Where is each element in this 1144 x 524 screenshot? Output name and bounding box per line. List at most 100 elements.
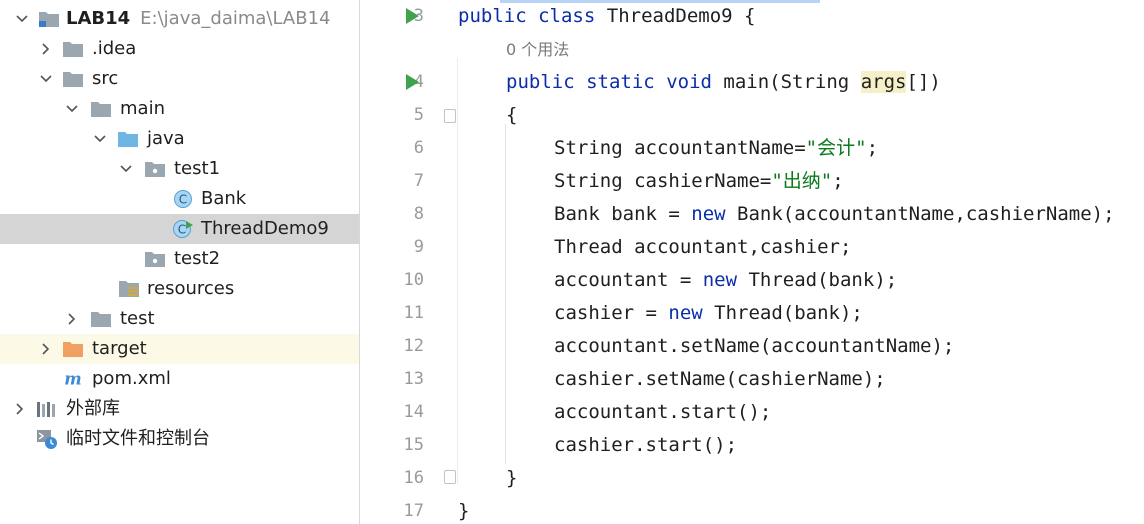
- tree-item-label: 外部库: [66, 398, 120, 419]
- code-line-4[interactable]: public static void main(String args[]): [506, 66, 941, 99]
- chevron-down-icon[interactable]: [14, 11, 30, 27]
- method-name: main(String: [723, 71, 861, 93]
- scratches-icon: [36, 429, 58, 449]
- chevron-right-icon[interactable]: [12, 401, 28, 417]
- chevron-down-icon[interactable]: [64, 101, 80, 117]
- code-line-15[interactable]: cashier.start();: [554, 429, 737, 462]
- keyword: public: [458, 5, 527, 27]
- code-line-3[interactable]: public class ThreadDemo9 {: [458, 0, 755, 33]
- tree-root-lab14[interactable]: LAB14 E:\java_daima\LAB14: [0, 4, 359, 34]
- line-number: 10: [403, 270, 424, 290]
- tree-item-test[interactable]: test: [0, 304, 359, 334]
- project-root-label: LAB14 E:\java_daima\LAB14: [66, 8, 330, 30]
- tree-item-target[interactable]: target: [0, 334, 359, 364]
- tree-item-label: test2: [174, 248, 221, 269]
- code-line-9[interactable]: Thread accountant,cashier;: [554, 231, 851, 264]
- code-text: Thread(bank);: [737, 269, 898, 291]
- string-literal: "出纳": [771, 170, 833, 192]
- parameter: args: [860, 71, 907, 93]
- keyword: void: [666, 71, 712, 93]
- excluded-folder-icon: [62, 339, 84, 359]
- tree-item-test2[interactable]: test2: [0, 244, 359, 274]
- svg-text:C: C: [178, 223, 186, 237]
- code-text: Bank(accountantName,cashierName);: [725, 203, 1115, 225]
- tree-item-label: Bank: [201, 188, 247, 209]
- tree-item-threaddemo9[interactable]: C ThreadDemo9: [0, 214, 359, 244]
- fold-marker-icon[interactable]: [444, 109, 456, 123]
- indent-guide: [457, 58, 458, 484]
- svg-text:C: C: [179, 193, 187, 207]
- code-line-5[interactable]: {: [506, 99, 517, 132]
- code-text: []): [906, 71, 941, 93]
- code-editor[interactable]: 3 4 5 6 7 8 9 10 11 12 13 14 15 16 17 pu…: [360, 0, 1144, 524]
- tree-item-pom-xml[interactable]: m pom.xml: [0, 364, 359, 394]
- root-name: LAB14: [66, 8, 131, 29]
- run-main-icon[interactable]: [406, 74, 419, 90]
- code-line-10[interactable]: accountant = new Thread(bank);: [554, 264, 897, 297]
- code-text: ;: [866, 137, 879, 159]
- code-text: Thread(bank);: [702, 302, 863, 324]
- tree-item-label: test1: [174, 158, 221, 179]
- tree-item-label: resources: [147, 278, 235, 299]
- code-text: accountant =: [554, 269, 703, 291]
- root-path: E:\java_daima\LAB14: [140, 8, 331, 29]
- code-text: String cashierName=: [554, 170, 772, 192]
- class-declaration: ThreadDemo9 {: [606, 5, 756, 27]
- tree-item-src[interactable]: src: [0, 64, 359, 94]
- tree-item-scratches-and-consoles[interactable]: 临时文件和控制台: [0, 424, 359, 454]
- keyword: class: [538, 5, 596, 27]
- tree-item-label: .idea: [92, 38, 137, 59]
- line-number: 5: [413, 105, 424, 125]
- tree-item-label: src: [92, 68, 119, 89]
- code-line-16[interactable]: }: [506, 462, 517, 495]
- tree-item-bank[interactable]: C Bank: [0, 184, 359, 214]
- code-line-8[interactable]: Bank bank = new Bank(accountantName,cash…: [554, 198, 1115, 231]
- folder-icon: [90, 99, 112, 119]
- resources-folder-icon: [118, 279, 140, 299]
- run-class-icon[interactable]: [406, 8, 419, 24]
- folder-icon: [62, 69, 84, 89]
- code-line-17[interactable]: }: [458, 495, 469, 524]
- code-line-7[interactable]: String cashierName="出纳";: [554, 165, 844, 198]
- maven-icon: m: [62, 369, 84, 389]
- usage-hint[interactable]: 0 个用法: [506, 33, 569, 66]
- package-icon: [144, 159, 166, 179]
- chevron-right-icon[interactable]: [38, 41, 54, 57]
- line-number: 16: [403, 468, 424, 488]
- source-root-folder-icon: [117, 129, 139, 149]
- chevron-down-icon[interactable]: [92, 131, 108, 147]
- tree-item-java[interactable]: java: [0, 124, 359, 154]
- chevron-right-icon[interactable]: [38, 341, 54, 357]
- string-literal: "会计": [805, 137, 867, 159]
- fold-marker-icon[interactable]: [444, 470, 456, 484]
- indent-guide: [505, 124, 506, 464]
- code-line-14[interactable]: accountant.start();: [554, 396, 771, 429]
- library-icon: [36, 399, 58, 419]
- tree-item-external-libraries[interactable]: 外部库: [0, 394, 359, 424]
- tree-item-main[interactable]: main: [0, 94, 359, 124]
- chevron-down-icon[interactable]: [118, 161, 134, 177]
- line-number: 11: [403, 303, 424, 323]
- chevron-right-icon[interactable]: [64, 311, 80, 327]
- module-folder-icon: [38, 9, 60, 29]
- code-text: Bank bank =: [554, 203, 692, 225]
- keyword: new: [702, 269, 738, 291]
- tree-item-resources[interactable]: resources: [0, 274, 359, 304]
- tree-item-label: target: [92, 338, 147, 359]
- java-class-icon: C: [172, 189, 194, 209]
- code-line-12[interactable]: accountant.setName(accountantName);: [554, 330, 954, 363]
- tree-item-test1[interactable]: test1: [0, 154, 359, 184]
- project-tool-window: LAB14 E:\java_daima\LAB14 .idea src main: [0, 0, 359, 524]
- keyword: new: [691, 203, 726, 225]
- package-icon: [144, 249, 166, 269]
- code-line-11[interactable]: cashier = new Thread(bank);: [554, 297, 863, 330]
- java-runnable-class-icon: C: [172, 219, 194, 239]
- code-line-6[interactable]: String accountantName="会计";: [554, 132, 878, 165]
- code-text: String accountantName=: [554, 137, 806, 159]
- code-line-13[interactable]: cashier.setName(cashierName);: [554, 363, 886, 396]
- line-number: 7: [413, 171, 424, 191]
- line-number: 9: [413, 237, 424, 257]
- chevron-down-icon[interactable]: [38, 71, 54, 87]
- tree-item-idea[interactable]: .idea: [0, 34, 359, 64]
- line-number: 8: [413, 204, 424, 224]
